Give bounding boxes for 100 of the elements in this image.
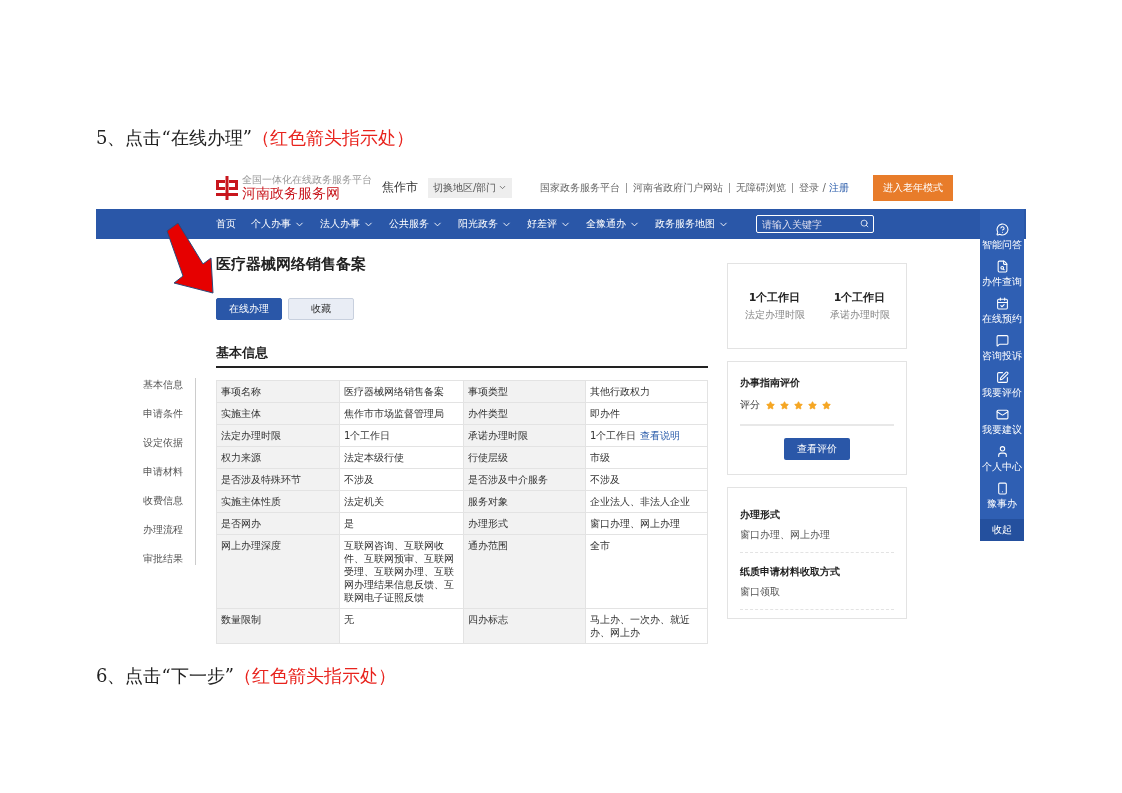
anchor-link[interactable]: 收费信息 <box>143 494 185 507</box>
header-link[interactable]: 河南省政府门户网站 <box>627 182 731 193</box>
table-cell: 无 <box>340 609 464 644</box>
star-icon <box>822 400 831 410</box>
page-title: 医疗器械网络销售备案 <box>216 255 367 274</box>
nav-item[interactable]: 好差评 <box>527 217 571 231</box>
header-link[interactable]: 无障碍浏览 <box>730 182 794 193</box>
table-cell: 四办标志 <box>464 609 586 644</box>
message-icon <box>995 334 1009 347</box>
site-name: 河南政务服务网 <box>242 185 341 201</box>
table-cell: 实施主体性质 <box>217 491 340 513</box>
time-label: 承诺办理时限 <box>829 308 890 322</box>
table-cell: 数量限制 <box>217 609 340 644</box>
table-cell: 即办件 <box>586 403 708 425</box>
calendar-icon <box>995 297 1009 310</box>
sidebar-item[interactable]: 我要建议 <box>982 423 1022 437</box>
sidebar-item[interactable]: 个人中心 <box>982 460 1022 474</box>
table-cell: 事项类型 <box>464 381 586 403</box>
table-cell: 市级 <box>586 447 708 469</box>
time-label: 法定办理时限 <box>744 308 805 322</box>
star-icon <box>794 400 803 410</box>
time-value: 1个工作日 <box>833 290 886 305</box>
file-search-icon <box>995 260 1009 273</box>
region-switcher[interactable]: 切换地区/部门 <box>428 177 513 198</box>
register-link[interactable]: 注册 <box>825 180 849 195</box>
user-icon <box>995 445 1009 458</box>
nav-item[interactable]: 首页 <box>216 217 236 231</box>
info-value: 窗口办理、网上办理 <box>740 528 831 542</box>
sidebar-item[interactable]: 智能问答 <box>982 238 1022 252</box>
info-title: 办理形式 <box>740 508 781 522</box>
nav-item[interactable]: 政务服务地图 <box>655 217 729 231</box>
table-cell: 是 <box>340 513 464 535</box>
header-link[interactable]: 国家政务服务平台 <box>534 182 628 193</box>
anchor-link[interactable]: 办理流程 <box>143 523 185 536</box>
table-cell: 互联网咨询、互联网收件、互联网预审、互联网受理、互联网办理、互联网办理结果信息反馈、互联网电子证照反馈 <box>340 535 464 609</box>
collapse-button[interactable]: 收起 <box>980 519 1024 541</box>
step-instruction: 5、点击“在线办理” <box>96 126 252 150</box>
step-note: （红色箭头指示处） <box>233 664 396 688</box>
nav-item[interactable]: 个人办事 <box>251 217 305 231</box>
star-icon <box>780 400 789 410</box>
sidebar-item[interactable]: 办件查询 <box>982 275 1022 289</box>
step-instruction: 6、点击“下一步” <box>96 664 234 688</box>
star-icon <box>766 400 775 410</box>
info-value: 窗口领取 <box>740 585 781 599</box>
search-icon <box>860 219 869 228</box>
anchor-link[interactable]: 基本信息 <box>143 378 185 391</box>
anchor-link[interactable]: 审批结果 <box>143 552 185 565</box>
nav-item[interactable]: 公共服务 <box>389 217 443 231</box>
sidebar-item[interactable]: 豫事办 <box>987 497 1017 511</box>
table-cell: 是否涉及特殊环节 <box>217 469 340 491</box>
card-title: 办事指南评价 <box>740 377 800 388</box>
view-rating-button[interactable]: 查看评价 <box>784 438 850 460</box>
table-cell: 是否网办 <box>217 513 340 535</box>
explain-link[interactable]: 查看说明 <box>640 430 681 441</box>
sidebar-item[interactable]: 咨询投诉 <box>982 349 1022 363</box>
search-field[interactable]: 请输入关键字 <box>756 215 874 233</box>
table-cell: 行使层级 <box>464 447 586 469</box>
nav-item[interactable]: 阳光政务 <box>458 217 512 231</box>
table-cell: 焦作市市场监督管理局 <box>340 403 464 425</box>
star-icon <box>808 400 817 410</box>
phone-icon <box>995 482 1009 495</box>
table-cell: 承诺办理时限 <box>464 425 586 447</box>
question-bubble-icon <box>995 223 1009 236</box>
cell-text: 1个工作日 <box>590 430 637 441</box>
table-cell: 法定办理时限 <box>217 425 340 447</box>
nav-item[interactable]: 法人办事 <box>320 217 374 231</box>
table-cell: 马上办、一次办、就近办、网上办 <box>586 609 708 644</box>
anchor-link[interactable]: 申请材料 <box>143 465 185 478</box>
edit-icon <box>995 371 1009 384</box>
pointer-arrow <box>166 222 216 294</box>
step-note: （红色箭头指示处） <box>251 126 414 150</box>
logo-tagline: 全国一体化在线政务服务平台 <box>242 174 372 185</box>
table-cell: 实施主体 <box>217 403 340 425</box>
online-apply-button[interactable]: 在线办理 <box>216 298 282 320</box>
sidebar-item[interactable]: 我要评价 <box>982 386 1022 400</box>
time-value: 1个工作日 <box>748 290 801 305</box>
table-cell: 不涉及 <box>340 469 464 491</box>
anchor-link[interactable]: 申请条件 <box>143 407 185 420</box>
login-link[interactable]: 登录 <box>793 180 823 195</box>
anchor-link[interactable]: 设定依据 <box>143 436 185 449</box>
info-title: 纸质申请材料收取方式 <box>740 565 841 579</box>
nav-item[interactable]: 全豫通办 <box>586 217 640 231</box>
table-cell: 办理形式 <box>464 513 586 535</box>
table-cell: 法定本级行使 <box>340 447 464 469</box>
table-cell: 网上办理深度 <box>217 535 340 609</box>
sidebar-item[interactable]: 在线预约 <box>982 312 1022 326</box>
logo-icon <box>216 175 238 200</box>
separator-text: / <box>822 182 826 193</box>
table-cell: 权力来源 <box>217 447 340 469</box>
rating-label: 评分 <box>740 398 760 412</box>
mail-icon <box>995 408 1009 421</box>
table-cell: 法定机关 <box>340 491 464 513</box>
favorite-button[interactable]: 收藏 <box>288 298 354 320</box>
table-cell: 事项名称 <box>217 381 340 403</box>
table-cell: 通办范围 <box>464 535 586 609</box>
table-cell: 1个工作日 <box>340 425 464 447</box>
table-cell: 是否涉及中介服务 <box>464 469 586 491</box>
table-cell: 全市 <box>586 535 708 609</box>
table-cell: 企业法人、非法人企业 <box>586 491 708 513</box>
table-cell: 不涉及 <box>586 469 708 491</box>
